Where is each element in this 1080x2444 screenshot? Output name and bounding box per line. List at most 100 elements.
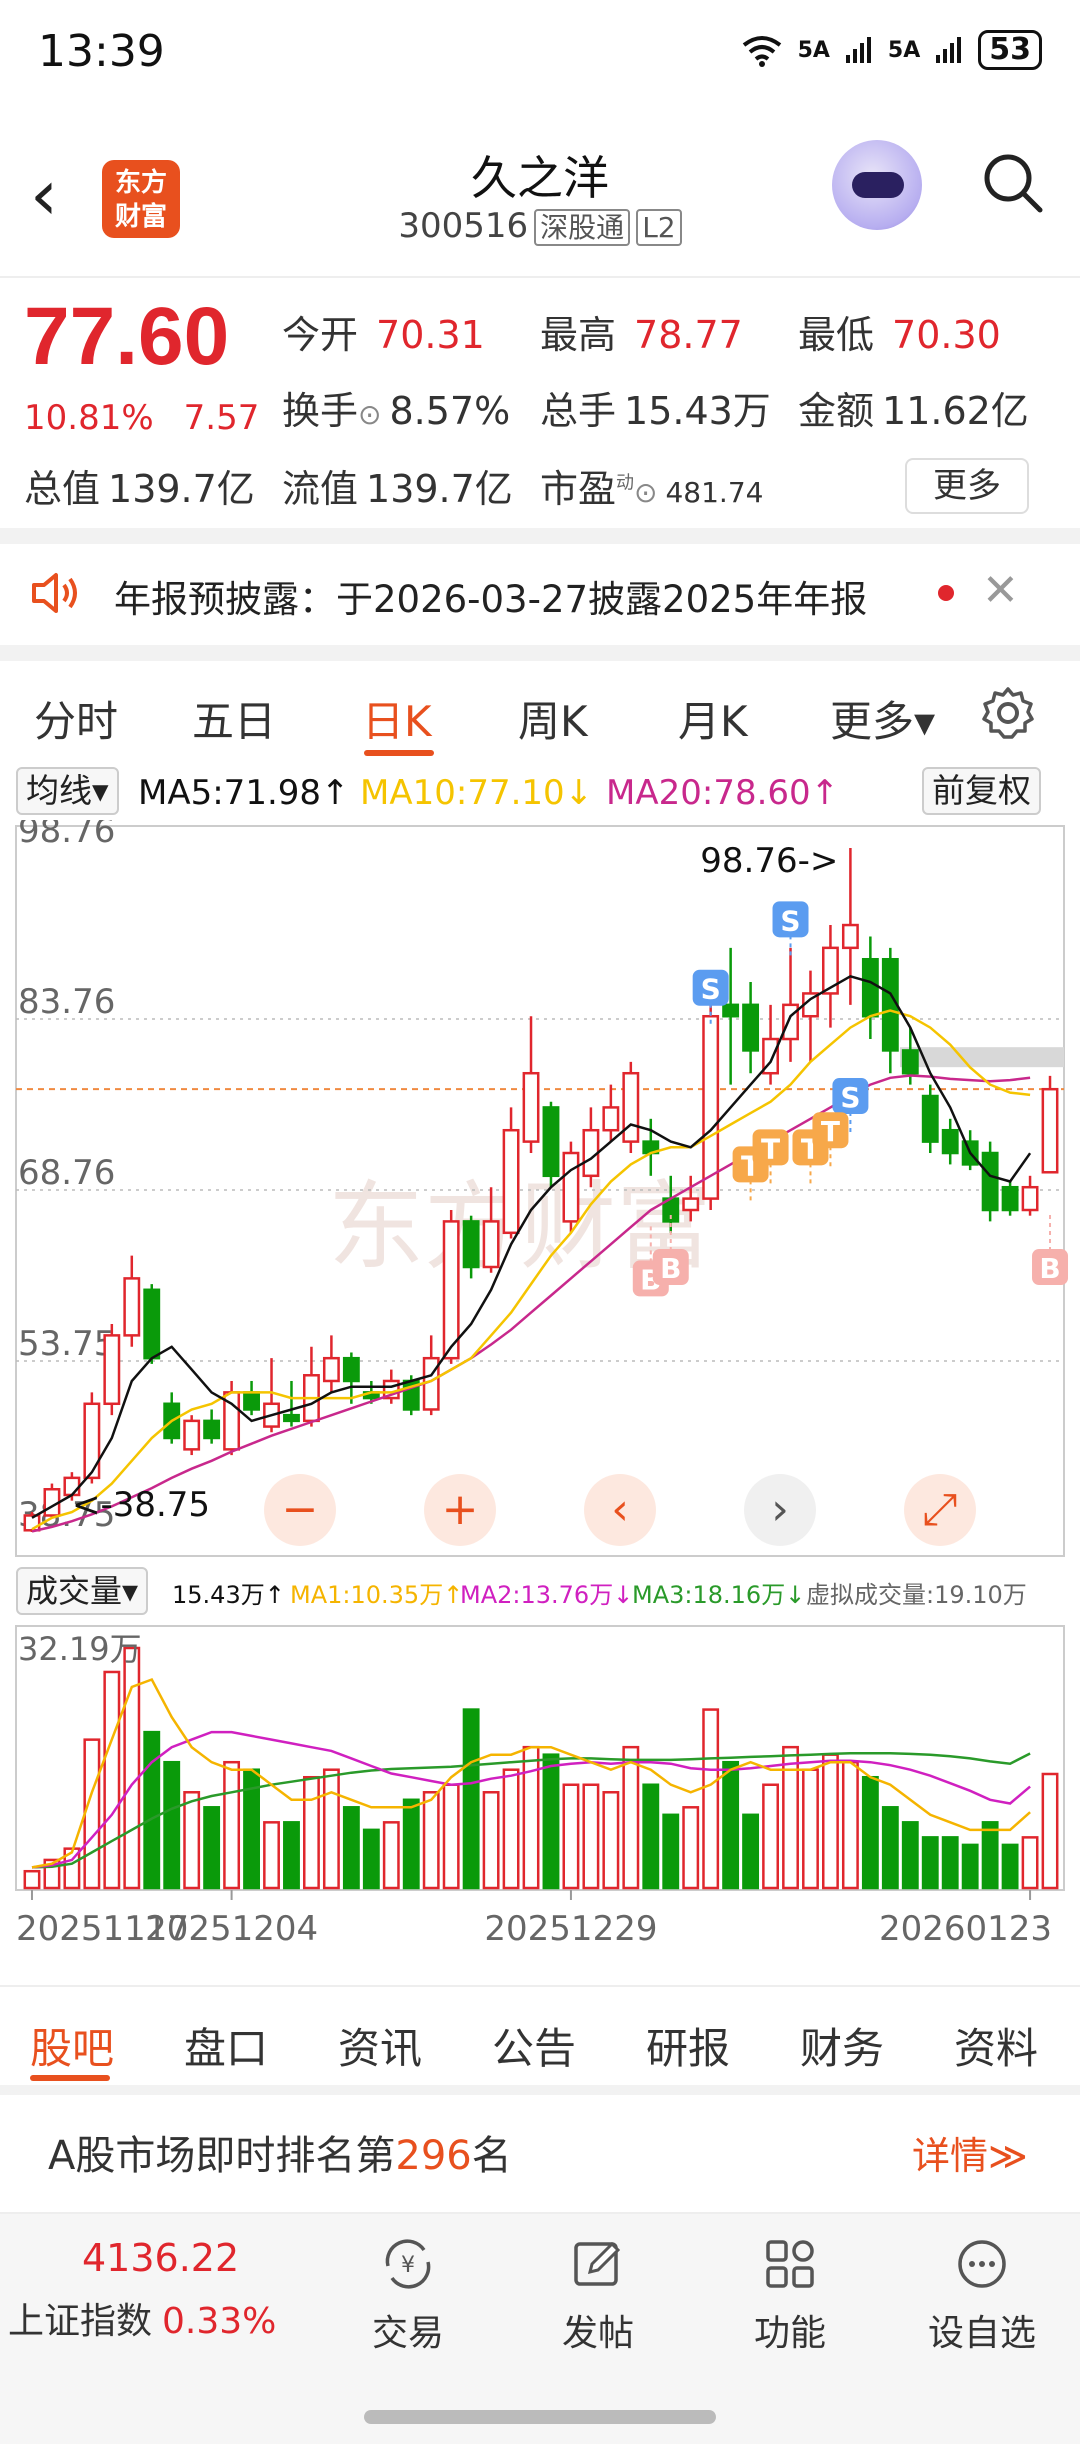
add-watchlist-button[interactable]: 设自选 <box>912 2236 1052 2356</box>
signal-2-icon <box>936 37 962 63</box>
adjust-selector[interactable]: 前复权 <box>922 767 1041 815</box>
volume-bar <box>482 1791 500 1890</box>
index-label[interactable]: 上证指数 0.33% <box>8 2292 276 2344</box>
gear-icon[interactable] <box>980 685 1036 741</box>
candle-body <box>322 1356 340 1383</box>
turnover-field[interactable]: 换手⊙ 8.57% <box>282 380 510 435</box>
search-icon[interactable] <box>980 150 1046 216</box>
index-value[interactable]: 4136.22 <box>82 2236 239 2280</box>
wifi-icon <box>742 36 781 67</box>
volume-bar <box>961 1843 979 1890</box>
tab-order-book[interactable]: 盘口 <box>184 2015 268 2076</box>
volume-bar <box>981 1821 999 1890</box>
announcement-bar[interactable]: 年报预披露：于2026-03-27披露2025年年报 ✕ <box>0 545 1080 645</box>
market-cap-field: 总值 139.7亿 <box>24 467 255 511</box>
volume-bar <box>582 1783 600 1890</box>
tab-announcements[interactable]: 公告 <box>492 2015 576 2076</box>
open-field: 今开 70.31 <box>282 313 485 357</box>
pe-field[interactable]: 市盈动⊙ 481.74 <box>540 458 763 513</box>
volume-bar <box>163 1760 181 1890</box>
volume-bar <box>103 1670 121 1890</box>
volume-bar <box>342 1806 360 1890</box>
candle-body <box>462 1220 480 1269</box>
candle-body <box>742 1003 760 1052</box>
tab-research[interactable]: 研报 <box>646 2015 730 2076</box>
volume-bar <box>203 1806 221 1890</box>
volume-bar <box>822 1753 839 1890</box>
home-indicator[interactable] <box>364 2410 716 2424</box>
volume-bar <box>921 1836 939 1890</box>
volume-bar <box>542 1753 560 1890</box>
volume-bar <box>1021 1836 1039 1890</box>
candle-body <box>123 1277 141 1337</box>
unread-dot <box>938 585 954 601</box>
volume-bar <box>802 1768 819 1890</box>
volume-bar <box>702 1708 720 1890</box>
signal-marker-label: S <box>780 904 800 937</box>
low-field: 最低 70.30 <box>798 313 1001 357</box>
tab-profile[interactable]: 资料 <box>954 2015 1038 2076</box>
post-button[interactable]: 发帖 <box>528 2236 668 2356</box>
candle-body <box>682 1197 700 1212</box>
status-bar: 13:39 5A 5A 53 <box>0 0 1080 110</box>
candle-body <box>702 1014 720 1200</box>
volume-max-label: 32.19万 <box>18 1630 142 1668</box>
tab-financials[interactable]: 财务 <box>800 2015 884 2076</box>
candle-body <box>283 1413 300 1423</box>
volume-bar <box>402 1798 420 1890</box>
stock-header: ‹ 东方 财富 久之洋 300516 深股通 L2 <box>0 120 1080 270</box>
tab-more[interactable]: 更多▾ <box>830 688 935 749</box>
candle-body <box>602 1106 620 1132</box>
candle-body <box>1021 1185 1039 1212</box>
ma-selector[interactable]: 均线▾ <box>16 767 119 815</box>
volume-bar <box>303 1775 320 1890</box>
candle-body <box>542 1106 560 1178</box>
candle-body <box>881 957 899 1052</box>
tab-daily-k[interactable]: 日K <box>362 688 432 749</box>
candle-body <box>1001 1185 1019 1212</box>
post-icon <box>574 2241 621 2286</box>
ai-assistant-avatar[interactable] <box>832 140 922 230</box>
volume-bar <box>782 1745 799 1890</box>
functions-button[interactable]: 功能 <box>720 2236 860 2356</box>
tab-intraday[interactable]: 分时 <box>34 688 118 749</box>
svg-text:¥: ¥ <box>401 2253 415 2278</box>
tab-monthly-k[interactable]: 月K <box>678 688 748 749</box>
market-rank-row[interactable]: A股市场即时排名第296名 详情≫ <box>0 2095 1080 2195</box>
volume-bar <box>83 1738 101 1890</box>
candle-body <box>1041 1087 1059 1174</box>
volume-bar <box>1041 1772 1059 1890</box>
more-quote-button[interactable]: 更多 <box>905 458 1029 514</box>
volume-bar <box>682 1806 700 1890</box>
pan-right-button-glyph: › <box>771 1484 789 1535</box>
volume-bar <box>662 1813 680 1890</box>
change-percent: 10.81% <box>24 398 154 438</box>
candle-body <box>782 1003 799 1041</box>
candle-body <box>183 1419 201 1451</box>
candlestick-chart[interactable]: 东方财富98.7683.7668.7653.7538.7598.76-><-38… <box>0 820 1080 1980</box>
close-icon[interactable]: ✕ <box>982 565 1019 616</box>
x-tick-label: 20251229 <box>484 1909 657 1949</box>
amount-field: 金额 11.62亿 <box>798 389 1029 433</box>
tab-guba[interactable]: 股吧 <box>30 2015 114 2076</box>
tab-news[interactable]: 资讯 <box>338 2015 422 2076</box>
signal-marker-label: S <box>840 1081 860 1114</box>
y-tick-label: 83.76 <box>18 982 115 1022</box>
candle-body <box>143 1288 161 1360</box>
trade-button[interactable]: ¥ 交易 <box>338 2236 478 2356</box>
last-price: 77.60 <box>24 291 230 382</box>
price-change: 10.81% 7.57 <box>24 398 289 438</box>
rank-detail-link[interactable]: 详情≫ <box>912 2125 1028 2180</box>
volume-bar <box>422 1791 440 1890</box>
candle-body <box>921 1094 939 1143</box>
volume-bar <box>442 1783 460 1890</box>
float-cap-field: 流值 139.7亿 <box>282 467 513 511</box>
candle-body <box>442 1220 460 1360</box>
volume-bar <box>223 1760 241 1890</box>
more-dots-icon <box>958 2240 1006 2288</box>
volume-bar <box>1001 1843 1019 1890</box>
tab-five-day[interactable]: 五日 <box>192 688 276 749</box>
tab-weekly-k[interactable]: 周K <box>518 688 588 749</box>
volume-bar <box>722 1760 740 1890</box>
candle-body <box>522 1071 540 1143</box>
